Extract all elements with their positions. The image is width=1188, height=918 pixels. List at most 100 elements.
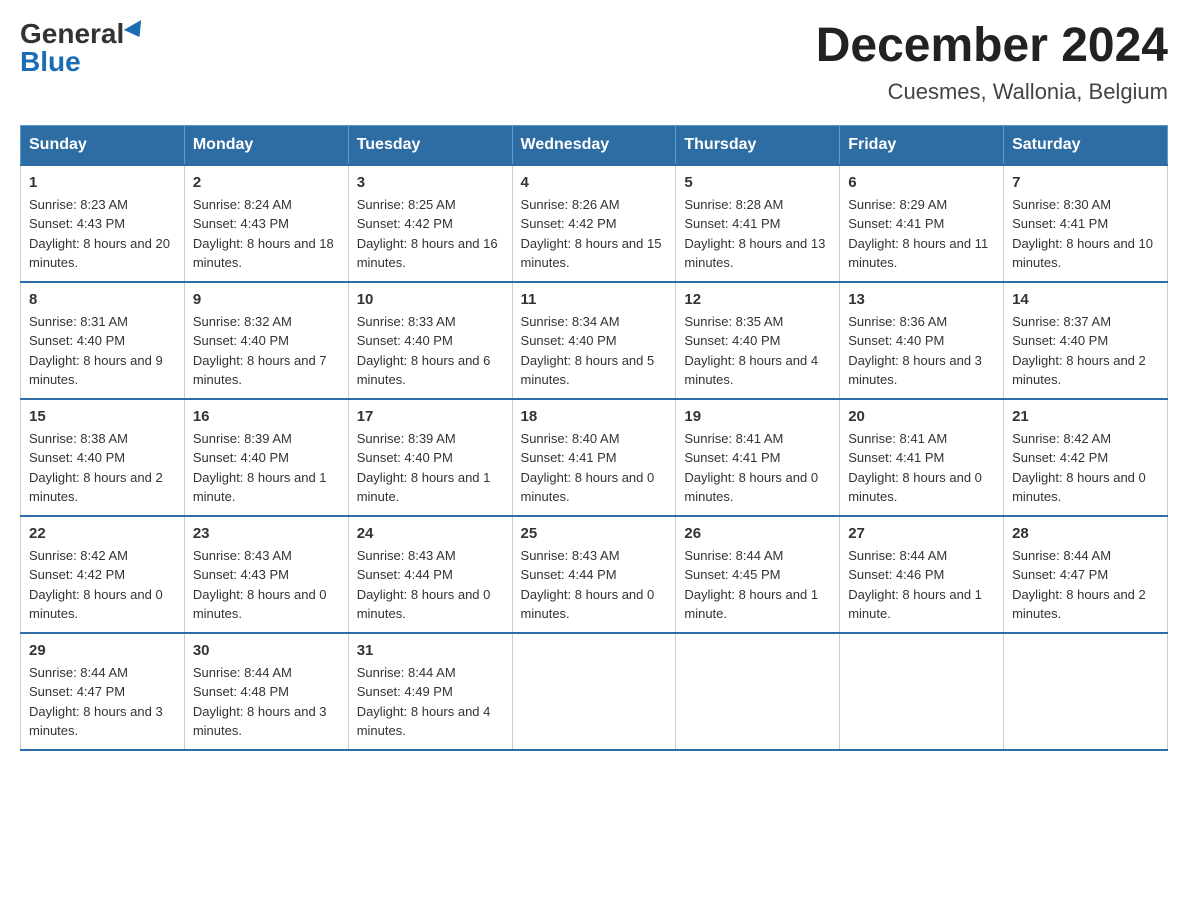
daylight-label: Daylight: 8 hours and 13 minutes. (684, 236, 825, 271)
sunrise-label: Sunrise: 8:31 AM (29, 314, 128, 329)
sunset-label: Sunset: 4:41 PM (684, 216, 780, 231)
daylight-label: Daylight: 8 hours and 6 minutes. (357, 353, 491, 388)
day-number: 10 (357, 291, 504, 308)
daylight-label: Daylight: 8 hours and 0 minutes. (357, 587, 491, 622)
day-number: 2 (193, 174, 340, 191)
day-number: 11 (521, 291, 668, 308)
day-number: 16 (193, 408, 340, 425)
day-number: 20 (848, 408, 995, 425)
sunset-label: Sunset: 4:40 PM (29, 450, 125, 465)
day-info: Sunrise: 8:44 AM Sunset: 4:45 PM Dayligh… (684, 546, 831, 624)
daylight-label: Daylight: 8 hours and 2 minutes. (1012, 587, 1146, 622)
day-number: 30 (193, 642, 340, 659)
logo-general-text: General (20, 20, 124, 48)
daylight-label: Daylight: 8 hours and 1 minute. (193, 470, 327, 505)
daylight-label: Daylight: 8 hours and 18 minutes. (193, 236, 334, 271)
day-info: Sunrise: 8:40 AM Sunset: 4:41 PM Dayligh… (521, 429, 668, 507)
daylight-label: Daylight: 8 hours and 0 minutes. (684, 470, 818, 505)
day-number: 22 (29, 525, 176, 542)
table-row: 9 Sunrise: 8:32 AM Sunset: 4:40 PM Dayli… (184, 282, 348, 399)
sunrise-label: Sunrise: 8:38 AM (29, 431, 128, 446)
sunset-label: Sunset: 4:41 PM (848, 450, 944, 465)
sunrise-label: Sunrise: 8:28 AM (684, 197, 783, 212)
sunrise-label: Sunrise: 8:44 AM (684, 548, 783, 563)
day-number: 28 (1012, 525, 1159, 542)
daylight-label: Daylight: 8 hours and 5 minutes. (521, 353, 655, 388)
sunrise-label: Sunrise: 8:26 AM (521, 197, 620, 212)
sunset-label: Sunset: 4:49 PM (357, 684, 453, 699)
daylight-label: Daylight: 8 hours and 3 minutes. (29, 704, 163, 739)
day-number: 31 (357, 642, 504, 659)
header-tuesday: Tuesday (348, 125, 512, 165)
day-number: 8 (29, 291, 176, 308)
day-number: 15 (29, 408, 176, 425)
day-number: 9 (193, 291, 340, 308)
table-row: 15 Sunrise: 8:38 AM Sunset: 4:40 PM Dayl… (21, 399, 185, 516)
day-number: 7 (1012, 174, 1159, 191)
sunset-label: Sunset: 4:47 PM (29, 684, 125, 699)
table-row: 18 Sunrise: 8:40 AM Sunset: 4:41 PM Dayl… (512, 399, 676, 516)
header-saturday: Saturday (1004, 125, 1168, 165)
table-row: 14 Sunrise: 8:37 AM Sunset: 4:40 PM Dayl… (1004, 282, 1168, 399)
table-row: 31 Sunrise: 8:44 AM Sunset: 4:49 PM Dayl… (348, 633, 512, 750)
page-title: December 2024 (816, 20, 1168, 73)
calendar-week-row: 15 Sunrise: 8:38 AM Sunset: 4:40 PM Dayl… (21, 399, 1168, 516)
day-info: Sunrise: 8:39 AM Sunset: 4:40 PM Dayligh… (357, 429, 504, 507)
sunset-label: Sunset: 4:40 PM (193, 450, 289, 465)
table-row: 8 Sunrise: 8:31 AM Sunset: 4:40 PM Dayli… (21, 282, 185, 399)
daylight-label: Daylight: 8 hours and 10 minutes. (1012, 236, 1153, 271)
table-row: 25 Sunrise: 8:43 AM Sunset: 4:44 PM Dayl… (512, 516, 676, 633)
table-row: 20 Sunrise: 8:41 AM Sunset: 4:41 PM Dayl… (840, 399, 1004, 516)
day-info: Sunrise: 8:37 AM Sunset: 4:40 PM Dayligh… (1012, 312, 1159, 390)
header-sunday: Sunday (21, 125, 185, 165)
table-row: 1 Sunrise: 8:23 AM Sunset: 4:43 PM Dayli… (21, 165, 185, 282)
sunset-label: Sunset: 4:40 PM (848, 333, 944, 348)
sunrise-label: Sunrise: 8:34 AM (521, 314, 620, 329)
sunrise-label: Sunrise: 8:40 AM (521, 431, 620, 446)
header-wednesday: Wednesday (512, 125, 676, 165)
day-info: Sunrise: 8:33 AM Sunset: 4:40 PM Dayligh… (357, 312, 504, 390)
table-row: 29 Sunrise: 8:44 AM Sunset: 4:47 PM Dayl… (21, 633, 185, 750)
day-number: 12 (684, 291, 831, 308)
daylight-label: Daylight: 8 hours and 0 minutes. (848, 470, 982, 505)
sunrise-label: Sunrise: 8:44 AM (357, 665, 456, 680)
sunrise-label: Sunrise: 8:36 AM (848, 314, 947, 329)
calendar-week-row: 1 Sunrise: 8:23 AM Sunset: 4:43 PM Dayli… (21, 165, 1168, 282)
table-row: 24 Sunrise: 8:43 AM Sunset: 4:44 PM Dayl… (348, 516, 512, 633)
sunset-label: Sunset: 4:46 PM (848, 567, 944, 582)
sunset-label: Sunset: 4:44 PM (521, 567, 617, 582)
day-number: 29 (29, 642, 176, 659)
sunrise-label: Sunrise: 8:39 AM (193, 431, 292, 446)
sunrise-label: Sunrise: 8:42 AM (1012, 431, 1111, 446)
day-number: 18 (521, 408, 668, 425)
sunrise-label: Sunrise: 8:29 AM (848, 197, 947, 212)
table-row: 19 Sunrise: 8:41 AM Sunset: 4:41 PM Dayl… (676, 399, 840, 516)
day-number: 21 (1012, 408, 1159, 425)
calendar-week-row: 22 Sunrise: 8:42 AM Sunset: 4:42 PM Dayl… (21, 516, 1168, 633)
calendar-header-row: Sunday Monday Tuesday Wednesday Thursday… (21, 125, 1168, 165)
sunset-label: Sunset: 4:41 PM (521, 450, 617, 465)
day-number: 19 (684, 408, 831, 425)
day-number: 25 (521, 525, 668, 542)
table-row: 27 Sunrise: 8:44 AM Sunset: 4:46 PM Dayl… (840, 516, 1004, 633)
day-info: Sunrise: 8:44 AM Sunset: 4:47 PM Dayligh… (1012, 546, 1159, 624)
sunrise-label: Sunrise: 8:44 AM (29, 665, 128, 680)
daylight-label: Daylight: 8 hours and 4 minutes. (357, 704, 491, 739)
table-row: 11 Sunrise: 8:34 AM Sunset: 4:40 PM Dayl… (512, 282, 676, 399)
sunset-label: Sunset: 4:45 PM (684, 567, 780, 582)
sunrise-label: Sunrise: 8:23 AM (29, 197, 128, 212)
sunset-label: Sunset: 4:42 PM (29, 567, 125, 582)
table-row: 3 Sunrise: 8:25 AM Sunset: 4:42 PM Dayli… (348, 165, 512, 282)
sunrise-label: Sunrise: 8:43 AM (357, 548, 456, 563)
table-row: 4 Sunrise: 8:26 AM Sunset: 4:42 PM Dayli… (512, 165, 676, 282)
day-number: 6 (848, 174, 995, 191)
day-info: Sunrise: 8:44 AM Sunset: 4:49 PM Dayligh… (357, 663, 504, 741)
daylight-label: Daylight: 8 hours and 0 minutes. (193, 587, 327, 622)
table-row: 28 Sunrise: 8:44 AM Sunset: 4:47 PM Dayl… (1004, 516, 1168, 633)
table-row: 10 Sunrise: 8:33 AM Sunset: 4:40 PM Dayl… (348, 282, 512, 399)
sunset-label: Sunset: 4:40 PM (193, 333, 289, 348)
day-info: Sunrise: 8:25 AM Sunset: 4:42 PM Dayligh… (357, 195, 504, 273)
day-info: Sunrise: 8:32 AM Sunset: 4:40 PM Dayligh… (193, 312, 340, 390)
daylight-label: Daylight: 8 hours and 3 minutes. (848, 353, 982, 388)
daylight-label: Daylight: 8 hours and 3 minutes. (193, 704, 327, 739)
